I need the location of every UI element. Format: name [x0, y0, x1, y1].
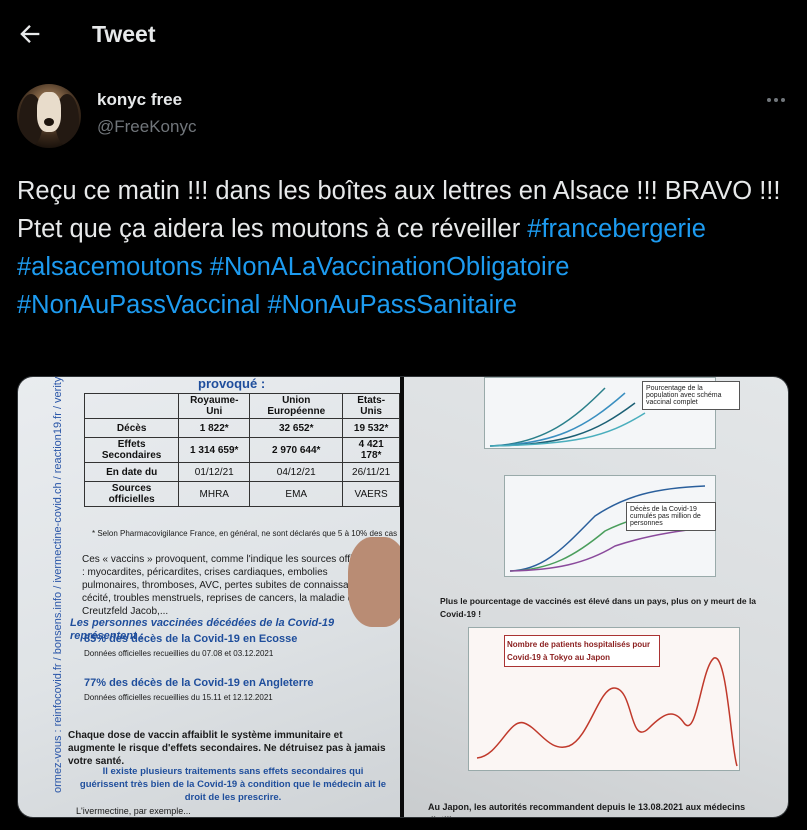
table-cell: Effets Secondaires [83, 437, 180, 463]
table-cell: En date du [83, 462, 180, 482]
top-bar: Tweet [0, 0, 807, 72]
table-cell: 1 822* [178, 418, 251, 438]
table-header-cell: Union Européenne [249, 393, 344, 419]
table-cell: 4 421 178* [342, 437, 400, 463]
hashtag-link[interactable]: #NonAuPassVaccinal [17, 291, 260, 319]
scotland-stat: 85% des décès de la Covid-19 en Ecosse [84, 633, 298, 645]
tweet-text: Reçu ce matin !!! dans les boîtes aux le… [17, 172, 787, 324]
england-detail: Données officielles recueillies du 15.11… [84, 693, 273, 702]
flyer-heading: provoqué : [198, 377, 266, 391]
table-cell: 32 652* [249, 418, 344, 438]
table-cell: Sources officielles [83, 481, 180, 507]
table-cell: 01/12/21 [178, 462, 251, 482]
page-title: Tweet [92, 21, 156, 47]
footnote: * Selon Pharmacovigilance France, en gén… [92, 529, 398, 538]
england-stat: 77% des décès de la Covid-19 en Angleter… [84, 677, 314, 689]
treatments-paragraph: Il existe plusieurs traitements sans eff… [79, 766, 387, 803]
table-row: Effets Secondaires 1 314 659* 2 970 644* 4 … [83, 437, 400, 463]
photo-flyer-back[interactable]: Pourcentage de la population avec schéma… [404, 377, 788, 817]
table-cell: Décès [83, 418, 180, 438]
author-handle[interactable]: @FreeKonyc [97, 117, 196, 137]
table-row: En date du 01/12/21 04/12/21 26/11/21 [83, 462, 400, 482]
table-header-cell [83, 393, 180, 419]
hashtag-link[interactable]: #NonAuPassSanitaire [267, 291, 516, 319]
table-row: Sources officielles MHRA EMA VAERS [83, 481, 400, 507]
mid-statement: Plus le pourcentage de vaccinés est élev… [440, 596, 757, 619]
stats-table: Royaume-Uni Union Européenne Etats-Unis Dé… [83, 393, 400, 507]
photo-flyer-front[interactable]: ormez-vous : reinfocovid.fr / bonsens.in… [18, 377, 400, 817]
side-effects-paragraph: Ces « vaccins » provoquent, comme l'indi… [82, 554, 380, 617]
table-cell: MHRA [178, 481, 251, 507]
hashtag-link[interactable]: #NonALaVaccinationObligatoire [210, 253, 570, 281]
deaths-legend: Décès de la Covid-19 cumulés pas million… [626, 502, 716, 531]
thumb [348, 537, 400, 627]
table-cell: VAERS [342, 481, 400, 507]
avatar[interactable] [17, 84, 81, 148]
table-cell: 19 532* [342, 418, 400, 438]
scotland-detail: Données officielles recueillies du 07.08… [84, 649, 274, 658]
table-cell: 26/11/21 [342, 462, 400, 482]
dose-paragraph: Chaque dose de vaccin affaiblit le systè… [68, 730, 386, 767]
author-display-name[interactable]: konyc free [97, 90, 182, 110]
table-cell: 2 970 644* [249, 437, 344, 463]
hashtag-link[interactable]: #alsacemoutons [17, 253, 203, 281]
hashtag-link[interactable]: #francebergerie [527, 215, 706, 243]
back-arrow-icon[interactable] [16, 20, 44, 48]
tokyo-chart-title: Nombre de patients hospitalisés pour Cov… [504, 635, 660, 667]
table-row: Décès 1 822* 32 652* 19 532* [83, 418, 400, 438]
table-cell: 1 314 659* [178, 437, 251, 463]
bottom-statement: Au Japon, les autorités recommandent dep… [428, 802, 746, 817]
ivermectine-line: L'ivermectine, par exemple... [76, 806, 191, 816]
table-cell: EMA [249, 481, 344, 507]
tweet-media[interactable]: ormez-vous : reinfocovid.fr / bonsens.in… [17, 376, 789, 818]
tweet-text-segment [203, 253, 210, 281]
table-header-cell: Royaume-Uni [178, 393, 251, 419]
vaccination-legend: Pourcentage de la population avec schéma… [642, 381, 740, 410]
side-url-text: ormez-vous : reinfocovid.fr / bonsens.in… [52, 377, 64, 793]
table-header-cell: Etats-Unis [342, 393, 400, 419]
more-options-icon[interactable] [764, 88, 788, 112]
table-cell: 04/12/21 [249, 462, 344, 482]
